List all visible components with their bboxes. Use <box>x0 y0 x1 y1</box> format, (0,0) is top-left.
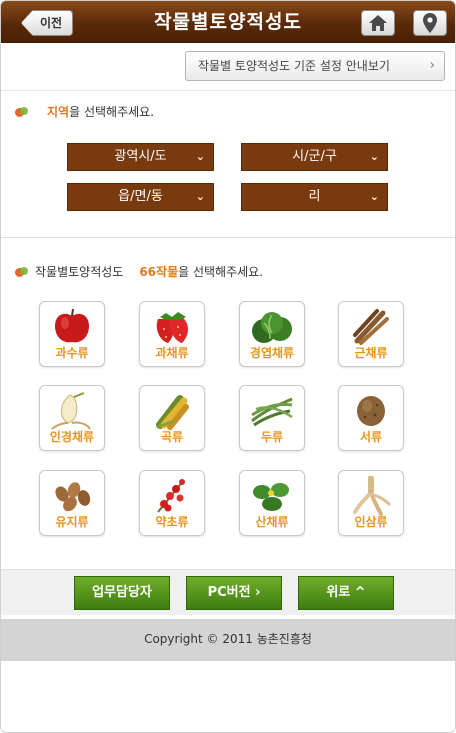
crop-label: 산채류 <box>255 515 289 529</box>
staff-button[interactable]: 업무담당자 <box>74 576 170 610</box>
select-village[interactable]: 리 ⌄ <box>241 183 388 211</box>
crop-prompt-highlight: 66작물 <box>139 265 179 279</box>
crop-label: 인삼류 <box>354 515 388 529</box>
crop-legumes[interactable]: 두류 <box>239 385 305 451</box>
cabbage-icon <box>252 312 292 343</box>
crop-ginseng[interactable]: 인삼류 <box>338 470 404 536</box>
red-berries-icon <box>157 479 185 513</box>
bullet-icon <box>15 265 29 279</box>
region-prompt-highlight: 지역 <box>47 105 70 119</box>
select-province[interactable]: 광역시/도 ⌄ <box>67 143 214 171</box>
region-prompt-text: 을 선택해주세요. <box>69 105 155 119</box>
burdock-root-icon <box>353 309 389 345</box>
select-city-label: 시/군/구 <box>292 149 337 164</box>
home-button[interactable] <box>361 10 395 36</box>
crop-label: 경엽채류 <box>249 346 295 360</box>
chevron-down-icon: ⌄ <box>195 150 205 163</box>
crop-medicinal-herbs[interactable]: 약초류 <box>139 470 205 536</box>
crop-oil-crops[interactable]: 유지류 <box>39 470 105 536</box>
map-pin-icon <box>423 13 437 33</box>
wild-greens-icon <box>253 483 289 511</box>
page-title: 작물별토양적성도 <box>154 11 302 33</box>
select-village-label: 리 <box>308 189 321 204</box>
crop-prompt-prefix: 작물별토양적성도 <box>35 265 124 279</box>
peanut-icon <box>55 482 91 512</box>
crop-fruit-trees[interactable]: 과수류 <box>39 301 105 367</box>
guide-row: 작물별 토양적성도 기준 설정 안내보기 › <box>1 43 455 91</box>
crop-label: 곡류 <box>160 430 184 444</box>
crop-label: 근채류 <box>354 346 388 360</box>
strawberry-icon <box>156 312 188 343</box>
crop-label: 서류 <box>359 430 383 444</box>
guide-button[interactable]: 작물별 토양적성도 기준 설정 안내보기 › <box>185 51 445 81</box>
select-town[interactable]: 읍/면/동 ⌄ <box>67 183 214 211</box>
header-bar: 이전 작물별토양적성도 <box>1 1 455 43</box>
scroll-top-button[interactable]: 위로 ^ <box>298 576 394 610</box>
bullet-icon <box>15 105 29 119</box>
location-button[interactable] <box>413 10 447 36</box>
crop-label: 과채류 <box>155 346 189 360</box>
chevron-down-icon: ⌄ <box>369 190 379 203</box>
crop-root-vegetables[interactable]: 근채류 <box>338 301 404 367</box>
pc-version-button[interactable]: PC버전 › <box>186 576 282 610</box>
crop-prompt-text: 을 선택해주세요. <box>178 265 264 279</box>
chevron-down-icon: ⌄ <box>369 150 379 163</box>
section-divider <box>1 237 455 238</box>
chevron-right-icon: › <box>429 58 435 73</box>
crop-label: 과수류 <box>55 346 89 360</box>
crop-prompt: 작물별토양적성도 66작물 을 선택해주세요. <box>15 263 263 280</box>
crop-label: 두류 <box>260 430 284 444</box>
select-province-label: 광역시/도 <box>114 149 167 164</box>
crop-leafy-vegetables[interactable]: 경엽채류 <box>239 301 305 367</box>
crop-wild-vegetables[interactable]: 산채류 <box>239 470 305 536</box>
crop-grains[interactable]: 곡류 <box>139 385 205 451</box>
footer-copyright: Copyright © 2011 농촌진흥청 <box>1 619 455 661</box>
crop-fruit-vegetables[interactable]: 과채류 <box>139 301 205 367</box>
select-town-label: 읍/면/동 <box>118 189 163 204</box>
select-city[interactable]: 시/군/구 ⌄ <box>241 143 388 171</box>
app-frame: 이전 작물별토양적성도 작물별 토양적성도 기준 설정 안내보기 › 지역 을 … <box>0 0 456 733</box>
bottom-button-bar: 업무담당자 PC버전 › 위로 ^ <box>1 569 455 615</box>
apple-icon <box>55 308 89 343</box>
region-prompt: 지역 을 선택해주세요. <box>15 103 154 120</box>
crop-label: 유지류 <box>55 515 89 529</box>
guide-button-label: 작물별 토양적성도 기준 설정 안내보기 <box>198 59 390 73</box>
back-button[interactable]: 이전 <box>21 10 73 36</box>
chevron-down-icon: ⌄ <box>195 190 205 203</box>
crop-bulb-vegetables[interactable]: 인경채류 <box>39 385 105 451</box>
crop-label: 약초류 <box>155 515 189 529</box>
home-icon <box>369 15 387 31</box>
corn-icon <box>156 395 189 430</box>
crop-tubers[interactable]: 서류 <box>338 385 404 451</box>
potato-icon <box>357 396 385 426</box>
bean-pods-icon <box>251 397 293 427</box>
ginseng-icon <box>353 476 391 516</box>
crop-label: 인경채류 <box>49 430 95 444</box>
onion-icon <box>51 392 91 430</box>
